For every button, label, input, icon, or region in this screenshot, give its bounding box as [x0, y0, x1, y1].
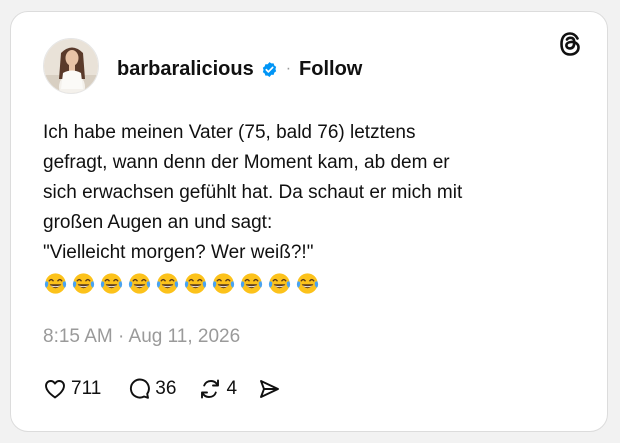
repost-icon [201, 379, 220, 399]
post-timestamp[interactable]: 8:15 AM · Aug 11, 2026 [43, 326, 240, 348]
post-text-line: "Vielleicht morgen? Wer weiß?!" [43, 242, 314, 263]
reply-count: 36 [155, 378, 177, 399]
heart-icon [45, 380, 65, 399]
send-icon [260, 380, 279, 398]
action-bar: 711 36 4 [43, 375, 281, 403]
post-text-line: Ich habe meinen Vater (75, bald 76) letz… [43, 122, 416, 143]
repost-count: 4 [226, 378, 238, 399]
post-card: barbaralicious · Follow Ich habe meinen … [10, 11, 608, 432]
emoji-row [43, 270, 583, 296]
username[interactable]: barbaralicious [117, 58, 254, 81]
post-text-line: gefragt, wann denn der Moment kam, ab de… [43, 152, 450, 173]
post-text-line: sich erwachsen gefühlt hat. Da schaut er… [43, 182, 463, 203]
post-text-line: großen Augen an und sagt: [43, 212, 273, 233]
post-header: barbaralicious · Follow [117, 55, 362, 83]
comment-bubble-icon [130, 378, 151, 399]
tears-of-joy-emoji-icon [99, 271, 124, 296]
repost-button[interactable]: 4 [198, 377, 237, 401]
tears-of-joy-emoji-icon [183, 271, 208, 296]
tears-of-joy-emoji-icon [295, 271, 320, 296]
tears-of-joy-emoji-icon [239, 271, 264, 296]
follow-button[interactable]: Follow [299, 58, 362, 81]
tears-of-joy-emoji-icon [267, 271, 292, 296]
like-button[interactable]: 711 [43, 377, 101, 401]
tears-of-joy-emoji-icon [155, 271, 180, 296]
verified-badge-icon [261, 61, 278, 78]
separator-dot: · [285, 60, 292, 77]
tears-of-joy-emoji-icon [127, 271, 152, 296]
like-count: 711 [71, 378, 102, 399]
avatar[interactable] [43, 38, 99, 94]
post-text: Ich habe meinen Vater (75, bald 76) letz… [43, 118, 583, 296]
reply-button[interactable]: 36 [127, 377, 176, 401]
threads-logo-icon[interactable] [558, 31, 582, 57]
tears-of-joy-emoji-icon [71, 271, 96, 296]
share-button[interactable] [257, 377, 281, 401]
tears-of-joy-emoji-icon [43, 271, 68, 296]
tears-of-joy-emoji-icon [211, 271, 236, 296]
